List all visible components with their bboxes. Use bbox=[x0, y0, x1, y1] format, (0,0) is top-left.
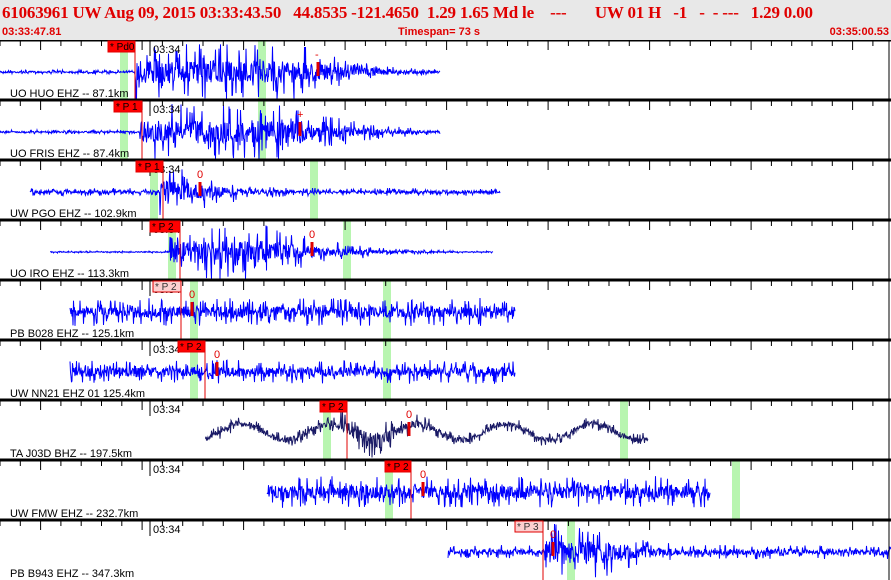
start-time: 03:33:47.81 bbox=[2, 26, 62, 38]
station-label: UO IRO EHZ -- 113.3km bbox=[10, 268, 129, 280]
time-window-marker[interactable] bbox=[620, 401, 628, 460]
seismogram-panels[interactable]: 03:34 * Pd0- UO HUO EHZ -- 87.1km 03:34 * P … bbox=[0, 40, 891, 580]
trace-panel[interactable]: 03:34 * P 1 + UO FRIS EHZ -- 87.4km bbox=[0, 98, 891, 160]
end-time: 03:35:00.53 bbox=[829, 26, 889, 38]
station-label: UW PGO EHZ -- 102.9km bbox=[10, 208, 137, 220]
minute-label: 03:34 bbox=[153, 44, 181, 56]
amplitude-marker-label: 0 bbox=[420, 469, 426, 481]
amplitude-marker[interactable] bbox=[190, 302, 194, 316]
trace-panel[interactable]: 03:34 * P 2 0 UW FMW EHZ -- 232.7km bbox=[0, 458, 891, 520]
timespan: Timespan= 73 s bbox=[398, 26, 481, 38]
event-summary: 61063961 UW Aug 09, 2015 03:33:43.50 44.… bbox=[2, 3, 813, 22]
station-label: PB B028 EHZ -- 125.1km bbox=[10, 328, 134, 340]
waveform bbox=[205, 408, 649, 458]
trace-panel[interactable]: 03:34 * P 2 0 TA J03D BHZ -- 197.5km bbox=[0, 398, 891, 460]
phase-pick-label[interactable]: * P 1 bbox=[138, 162, 160, 173]
amplitude-marker[interactable] bbox=[298, 122, 302, 136]
amplitude-marker[interactable] bbox=[316, 62, 320, 76]
phase-pick-label[interactable]: * P 2 bbox=[152, 222, 174, 233]
minute-label: 03:34 bbox=[153, 104, 181, 116]
phase-pick-label[interactable]: * P 2 bbox=[387, 462, 409, 473]
minute-label: 03:34 bbox=[153, 344, 181, 356]
phase-pick-label[interactable]: * P 1 bbox=[116, 102, 138, 113]
amplitude-marker[interactable] bbox=[551, 542, 555, 556]
amplitude-marker[interactable] bbox=[198, 182, 202, 196]
amplitude-marker-label: 0 bbox=[189, 289, 195, 301]
waveform bbox=[69, 297, 516, 327]
amplitude-marker-label: 0 bbox=[309, 229, 315, 241]
time-window-marker[interactable] bbox=[732, 461, 740, 520]
amplitude-marker[interactable] bbox=[310, 242, 314, 256]
station-label: PB B943 EHZ -- 347.3km bbox=[10, 568, 134, 580]
amplitude-marker-label: 0 bbox=[406, 409, 412, 421]
trace-panel[interactable]: 03:34* P 20UO IRO EHZ -- 113.3km bbox=[0, 218, 891, 280]
station-label: UW NN21 EHZ 01 125.4km bbox=[10, 388, 145, 400]
phase-pick-label[interactable]: * P 3 bbox=[517, 522, 539, 533]
trace-panel[interactable]: 03:34 * P 3 0 PB B943 EHZ -- 347.3km bbox=[0, 518, 891, 580]
trace-panel[interactable]: 03:34 * Pd0 - UO HUO EHZ -- 87.1km bbox=[0, 40, 891, 100]
phase-pick-label[interactable]: * P 2 bbox=[322, 402, 344, 413]
waveform bbox=[266, 476, 711, 508]
trace-panel[interactable]: 03:34* P 20PB B028 EHZ -- 125.1km bbox=[0, 278, 891, 340]
minute-label: 03:34 bbox=[153, 404, 181, 416]
phase-pick-label[interactable]: * Pd0 bbox=[110, 42, 135, 53]
station-label: UW FMW EHZ -- 232.7km bbox=[10, 508, 138, 520]
event-header: 61063961 UW Aug 09, 2015 03:33:43.50 44.… bbox=[0, 0, 891, 40]
trace-canvas[interactable]: 03:34* Pd0-UO HUO EHZ -- 87.1km03:34* P … bbox=[0, 40, 891, 580]
amplitude-marker-label: 0 bbox=[214, 349, 220, 361]
station-label: UO FRIS EHZ -- 87.4km bbox=[10, 148, 129, 160]
amplitude-marker[interactable] bbox=[215, 362, 219, 376]
trace-panel[interactable]: 03:34* P 10UW PGO EHZ -- 102.9km bbox=[0, 158, 891, 220]
phase-pick-label[interactable]: * P 2 bbox=[180, 342, 202, 353]
waveform bbox=[69, 359, 516, 384]
minute-label: 03:34 bbox=[153, 524, 181, 536]
amplitude-marker-label: 0 bbox=[550, 529, 556, 541]
waveform bbox=[447, 523, 891, 578]
amplitude-marker[interactable] bbox=[407, 422, 411, 436]
amplitude-marker-label: - bbox=[315, 49, 319, 61]
station-label: UO HUO EHZ -- 87.1km bbox=[10, 88, 129, 100]
minute-label: 03:34 bbox=[153, 464, 181, 476]
station-label: TA J03D BHZ -- 197.5km bbox=[10, 448, 132, 460]
amplitude-marker-label: + bbox=[297, 109, 303, 121]
phase-pick-label[interactable]: * P 2 bbox=[155, 282, 177, 293]
amplitude-marker[interactable] bbox=[421, 482, 425, 496]
trace-panel[interactable]: 03:34 * P 2 0 UW NN21 EHZ 01 125.4km bbox=[0, 338, 891, 400]
amplitude-marker-label: 0 bbox=[197, 169, 203, 181]
